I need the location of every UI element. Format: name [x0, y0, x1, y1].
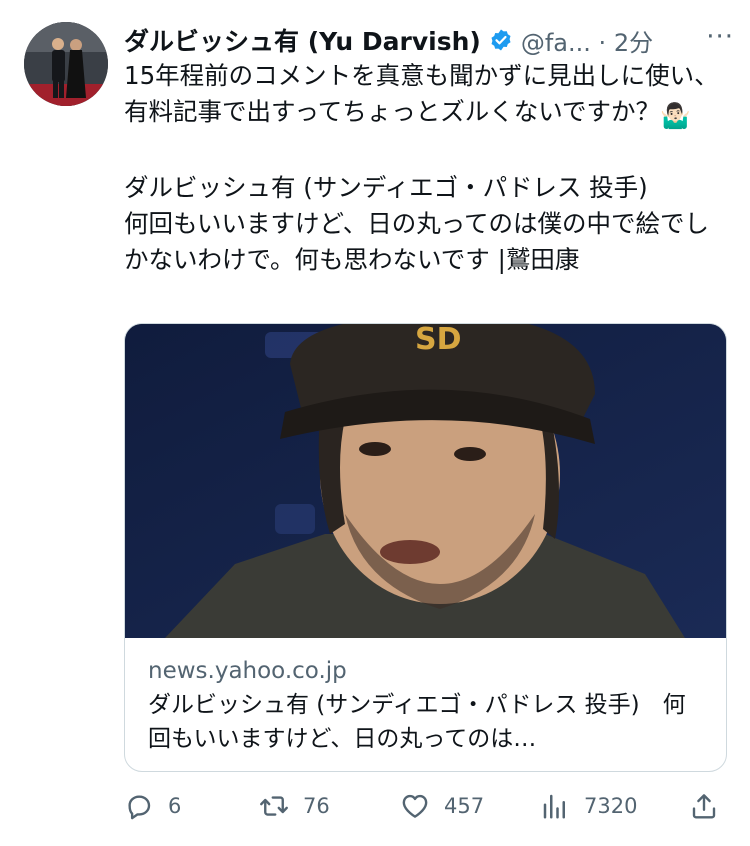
- share-icon: [692, 794, 716, 819]
- tweet-body: 15年程前のコメントを真意も聞かずに見出しに使い、有料記事で出すってちょっとズル…: [124, 61, 719, 126]
- avatar[interactable]: [24, 22, 108, 106]
- like-count: 457: [444, 794, 485, 818]
- reply-count: 6: [168, 794, 182, 818]
- display-name[interactable]: ダルビッシュ有 (Yu Darvish): [124, 22, 481, 58]
- reply-icon: [128, 795, 151, 820]
- separator-dot: ·: [598, 28, 607, 57]
- views-button[interactable]: 7320: [540, 786, 637, 826]
- reply-button[interactable]: 6: [124, 786, 181, 826]
- cap-logo: SD: [415, 324, 462, 357]
- views-count: 7320: [584, 794, 638, 818]
- tweet-header: ダルビッシュ有 (Yu Darvish) @fa... · 2分 ···: [124, 22, 734, 58]
- tweet-actions: 6 76 457 7320: [124, 786, 724, 826]
- share-button[interactable]: [689, 786, 719, 826]
- heart-icon: [402, 794, 428, 818]
- retweet-count: 76: [303, 794, 330, 818]
- retweet-icon: [260, 796, 288, 816]
- shrug-emoji-icon: 🤷🏻‍♂️: [660, 101, 691, 130]
- like-button[interactable]: 457: [400, 786, 484, 826]
- tweet-text: 15年程前のコメントを真意も聞かずに見出しに使い、有料記事で出すってちょっとズル…: [124, 58, 730, 278]
- timestamp[interactable]: 2分: [614, 29, 653, 57]
- link-preview-card[interactable]: SD news.yahoo.co.jp ダルビッシュ有 (サンディエゴ・パドレス…: [124, 323, 727, 772]
- verified-badge-icon: [489, 28, 513, 52]
- views-icon: [543, 794, 565, 819]
- card-domain: news.yahoo.co.jp: [148, 658, 347, 684]
- user-handle[interactable]: @fa... · 2分: [521, 23, 653, 58]
- retweet-button[interactable]: 76: [259, 786, 330, 826]
- card-title: ダルビッシュ有 (サンディエゴ・パドレス 投手) 何回もいいますけど、日の丸って…: [148, 692, 686, 752]
- avatar-image: [24, 22, 108, 106]
- more-options-icon[interactable]: ···: [706, 22, 734, 52]
- quoted-headline: ダルビッシュ有 (サンディエゴ・パドレス 投手) 何回もいいますけど、日の丸って…: [124, 173, 710, 274]
- card-image[interactable]: SD: [125, 324, 726, 638]
